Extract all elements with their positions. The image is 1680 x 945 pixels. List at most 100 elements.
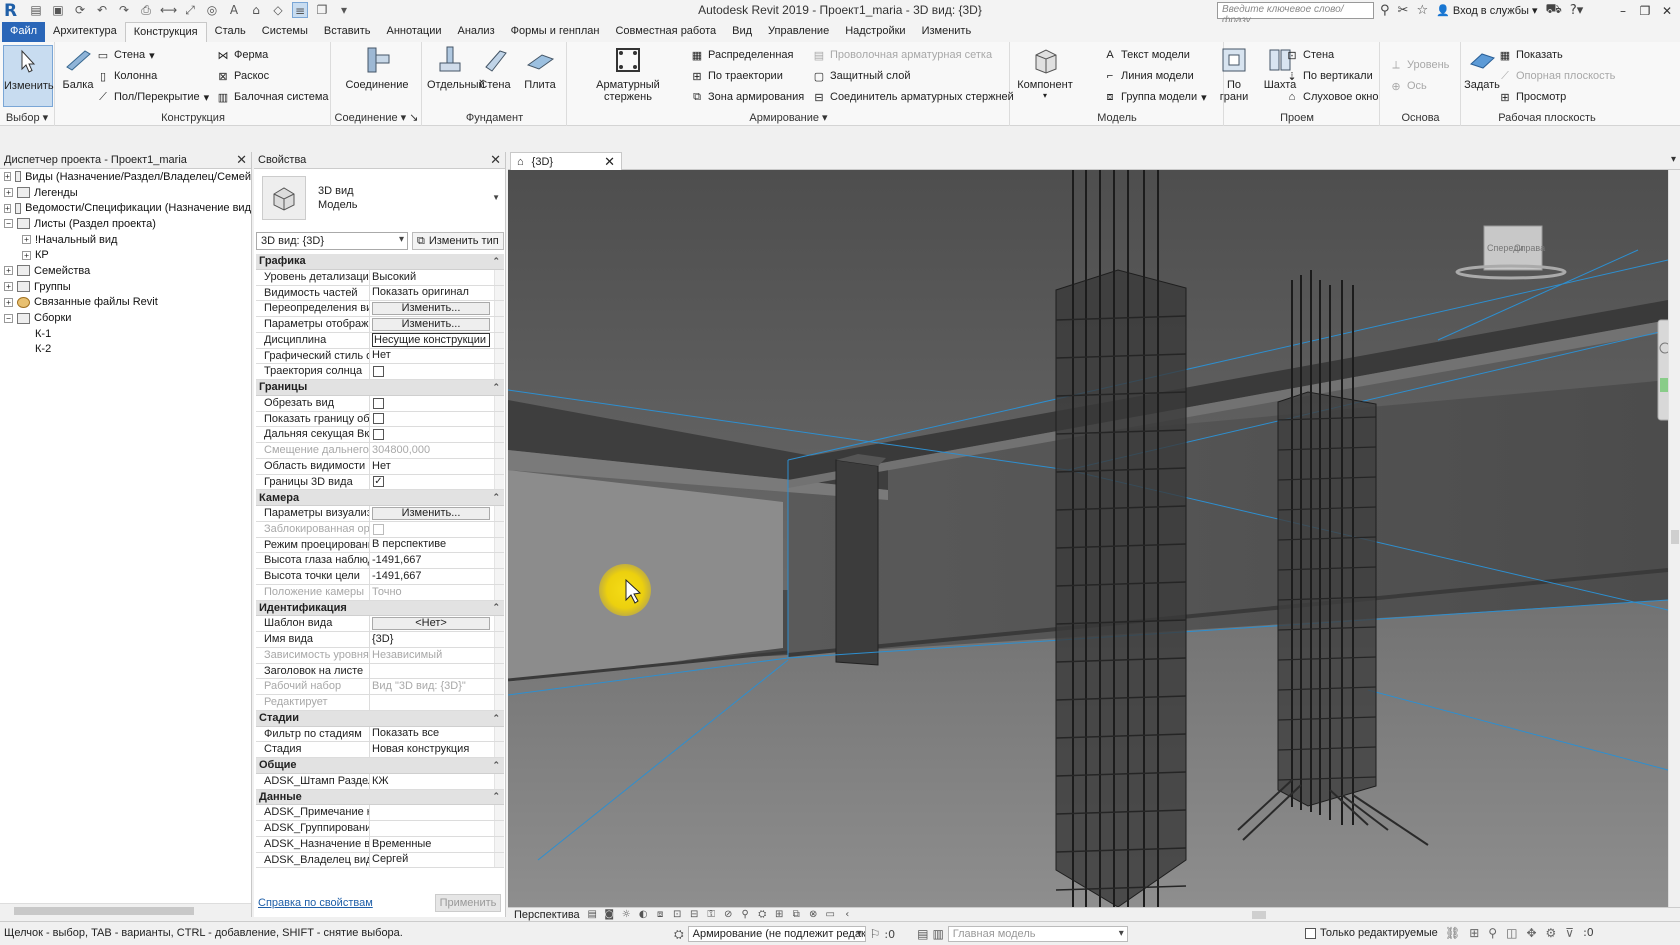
project-browser-item[interactable]: К-2 [0, 342, 251, 358]
property-value[interactable] [370, 664, 494, 679]
property-value[interactable]: Временные [370, 837, 494, 852]
section-icon[interactable]: ◇ [270, 2, 286, 18]
3d-view-icon[interactable]: ⌂ [248, 2, 264, 18]
properties-section-header[interactable]: Графика ⌃ [256, 254, 504, 270]
sign-in-button[interactable]: 👤 Вход в службы ▾ [1436, 4, 1537, 17]
select-by-face-icon[interactable]: ◫ [1506, 926, 1517, 940]
model-group-button[interactable]: ⧈ Группа модели ▾ [1103, 90, 1207, 104]
properties-section-header[interactable]: Стадии ⌃ [256, 710, 504, 727]
property-edit-button[interactable]: <Нет> [372, 617, 490, 631]
editing-requests-icon[interactable]: ⚐ [870, 927, 881, 941]
project-browser-item[interactable]: + Легенды [0, 185, 251, 201]
component-button[interactable]: Компонент ▾ [1017, 45, 1073, 100]
expand-icon[interactable]: + [4, 282, 13, 292]
property-value[interactable] [370, 364, 494, 379]
expand-icon[interactable]: + [22, 235, 31, 245]
wall-opening-button[interactable]: ⊡ Стена [1285, 48, 1334, 62]
property-value[interactable]: Изменить... [370, 317, 494, 332]
property-value[interactable]: Изменить... [370, 301, 494, 316]
property-value[interactable]: -1491,667 [370, 553, 494, 568]
floor-button[interactable]: ⟋ Пол/Перекрытие ▾ [96, 90, 209, 104]
temporary-view-icon[interactable]: ▭ [824, 909, 837, 920]
property-edit-field[interactable]: Несущие конструкции [372, 333, 490, 348]
ribbon-tab-5[interactable]: Вставить [316, 22, 379, 42]
property-checkbox[interactable] [373, 429, 384, 441]
edit-type-button[interactable]: ⧉ Изменить тип [412, 232, 504, 250]
property-value[interactable]: Сергей [370, 853, 494, 868]
fabric-sheet-button[interactable]: ▤ Проволочная арматурная сетка [812, 48, 992, 62]
crop-view-icon[interactable]: ⊡ [671, 909, 684, 920]
open-icon[interactable]: ▤ [28, 2, 44, 18]
show-crop-icon[interactable]: ⊟ [688, 909, 701, 920]
instance-selector[interactable]: 3D вид: {3D} [256, 232, 408, 250]
property-value[interactable] [370, 805, 494, 820]
property-value[interactable]: В перспективе [370, 538, 494, 553]
ribbon-tab-0[interactable]: Файл [2, 22, 46, 42]
ribbon-tab-1[interactable]: Архитектура [45, 22, 125, 42]
ribbon-tab-10[interactable]: Вид [724, 22, 760, 42]
temp-hide-icon[interactable]: ⊘ [722, 909, 735, 920]
project-browser-item[interactable]: + !Начальный вид [0, 232, 251, 248]
tag-icon[interactable]: ◎ [204, 2, 220, 18]
property-value[interactable]: Высокий [370, 270, 494, 285]
expand-icon[interactable]: + [4, 188, 13, 198]
save-icon[interactable]: ▣ [50, 2, 66, 18]
property-value[interactable]: Изменить... [370, 506, 494, 521]
undo-icon[interactable]: ↶ [94, 2, 110, 18]
property-value[interactable]: -1491,667 [370, 569, 494, 584]
property-value[interactable] [370, 427, 494, 442]
view-tab-3d[interactable]: ⌂ {3D} ✕ [510, 152, 622, 170]
project-browser-item[interactable]: + Ведомости/Спецификации (Назначение вид [0, 200, 251, 216]
active-workset-dropdown[interactable]: Армирование (не подлежит редак [687, 926, 866, 942]
property-value[interactable] [370, 821, 494, 836]
collapse-section-icon[interactable]: ⌃ [492, 791, 500, 802]
properties-section-header[interactable]: Данные ⌃ [256, 789, 504, 806]
project-browser-item[interactable]: + Связанные файлы Revit [0, 295, 251, 311]
expand-icon[interactable]: + [4, 266, 13, 276]
tabs-menu-icon[interactable]: ▾ [1671, 154, 1676, 165]
switch-windows-icon[interactable]: ❐ [314, 2, 330, 18]
property-value[interactable]: Нет [370, 349, 494, 364]
dimension-icon[interactable]: ⤢ [182, 2, 198, 18]
close-window-button[interactable]: ✕ [1656, 0, 1678, 22]
property-edit-button[interactable]: Изменить... [372, 317, 490, 331]
subscription-icon[interactable]: ✂ [1398, 3, 1409, 18]
reveal-hidden-icon[interactable]: ⚲ [739, 909, 752, 920]
text-icon[interactable]: A [226, 2, 242, 18]
expand-icon[interactable]: + [22, 250, 31, 260]
ref-plane-button[interactable]: ⟋ Опорная плоскость [1498, 69, 1615, 83]
expand-icon[interactable]: + [4, 297, 13, 307]
project-browser-item[interactable]: − Сборки [0, 310, 251, 326]
cover-button[interactable]: ▢ Защитный слой [812, 69, 911, 83]
path-reinforcement-button[interactable]: ⊞ По траектории [690, 69, 782, 83]
type-selector[interactable]: 3D вид Модель ▼ [256, 171, 504, 225]
cart-icon[interactable]: ⛟ [1546, 2, 1562, 19]
opening-by-face-button[interactable]: По грани [1219, 45, 1249, 103]
wall-button[interactable]: ▭ Стена ▾ [96, 48, 155, 62]
measure-icon[interactable]: ⟷ [160, 2, 177, 18]
apply-button[interactable]: Применить [435, 894, 501, 912]
3d-view-canvas[interactable]: Спереди Справа [508, 170, 1668, 907]
render-icon[interactable]: ⧈ [654, 909, 667, 920]
restore-button[interactable]: ❐ [1634, 0, 1656, 22]
collapse-icon[interactable]: − [4, 219, 13, 229]
select-underlay-icon[interactable]: ⊞ [1469, 926, 1479, 940]
shadows-icon[interactable]: ◐ [637, 909, 650, 920]
property-value[interactable]: Несущие конструкции [370, 333, 494, 348]
model-text-button[interactable]: A Текст модели [1103, 48, 1190, 62]
lock-3d-icon[interactable]: ⚿ [705, 909, 718, 920]
analytical-model-icon[interactable]: ⊞ [773, 909, 786, 920]
level-button[interactable]: ⟂ Уровень [1389, 58, 1449, 72]
properties-help-link[interactable]: Справка по свойствам [258, 897, 373, 909]
collapse-icon[interactable]: − [4, 313, 13, 323]
property-value[interactable]: <Нет> [370, 616, 494, 631]
thin-lines-icon[interactable]: ≡ [292, 2, 308, 18]
column-button[interactable]: ▯ Колонна [96, 69, 157, 83]
binoculars-icon[interactable]: ⚲ [1380, 3, 1390, 18]
connection-button[interactable]: Соединение [344, 45, 410, 91]
ribbon-tab-6[interactable]: Аннотации [379, 22, 450, 42]
design-options-icon-2[interactable]: ▥ [932, 927, 943, 941]
chevron-down-icon[interactable]: ▼ [492, 193, 500, 202]
filter-icon[interactable]: ⊽ [1565, 926, 1574, 940]
rebar-button[interactable]: Арматурный стержень [572, 45, 684, 103]
